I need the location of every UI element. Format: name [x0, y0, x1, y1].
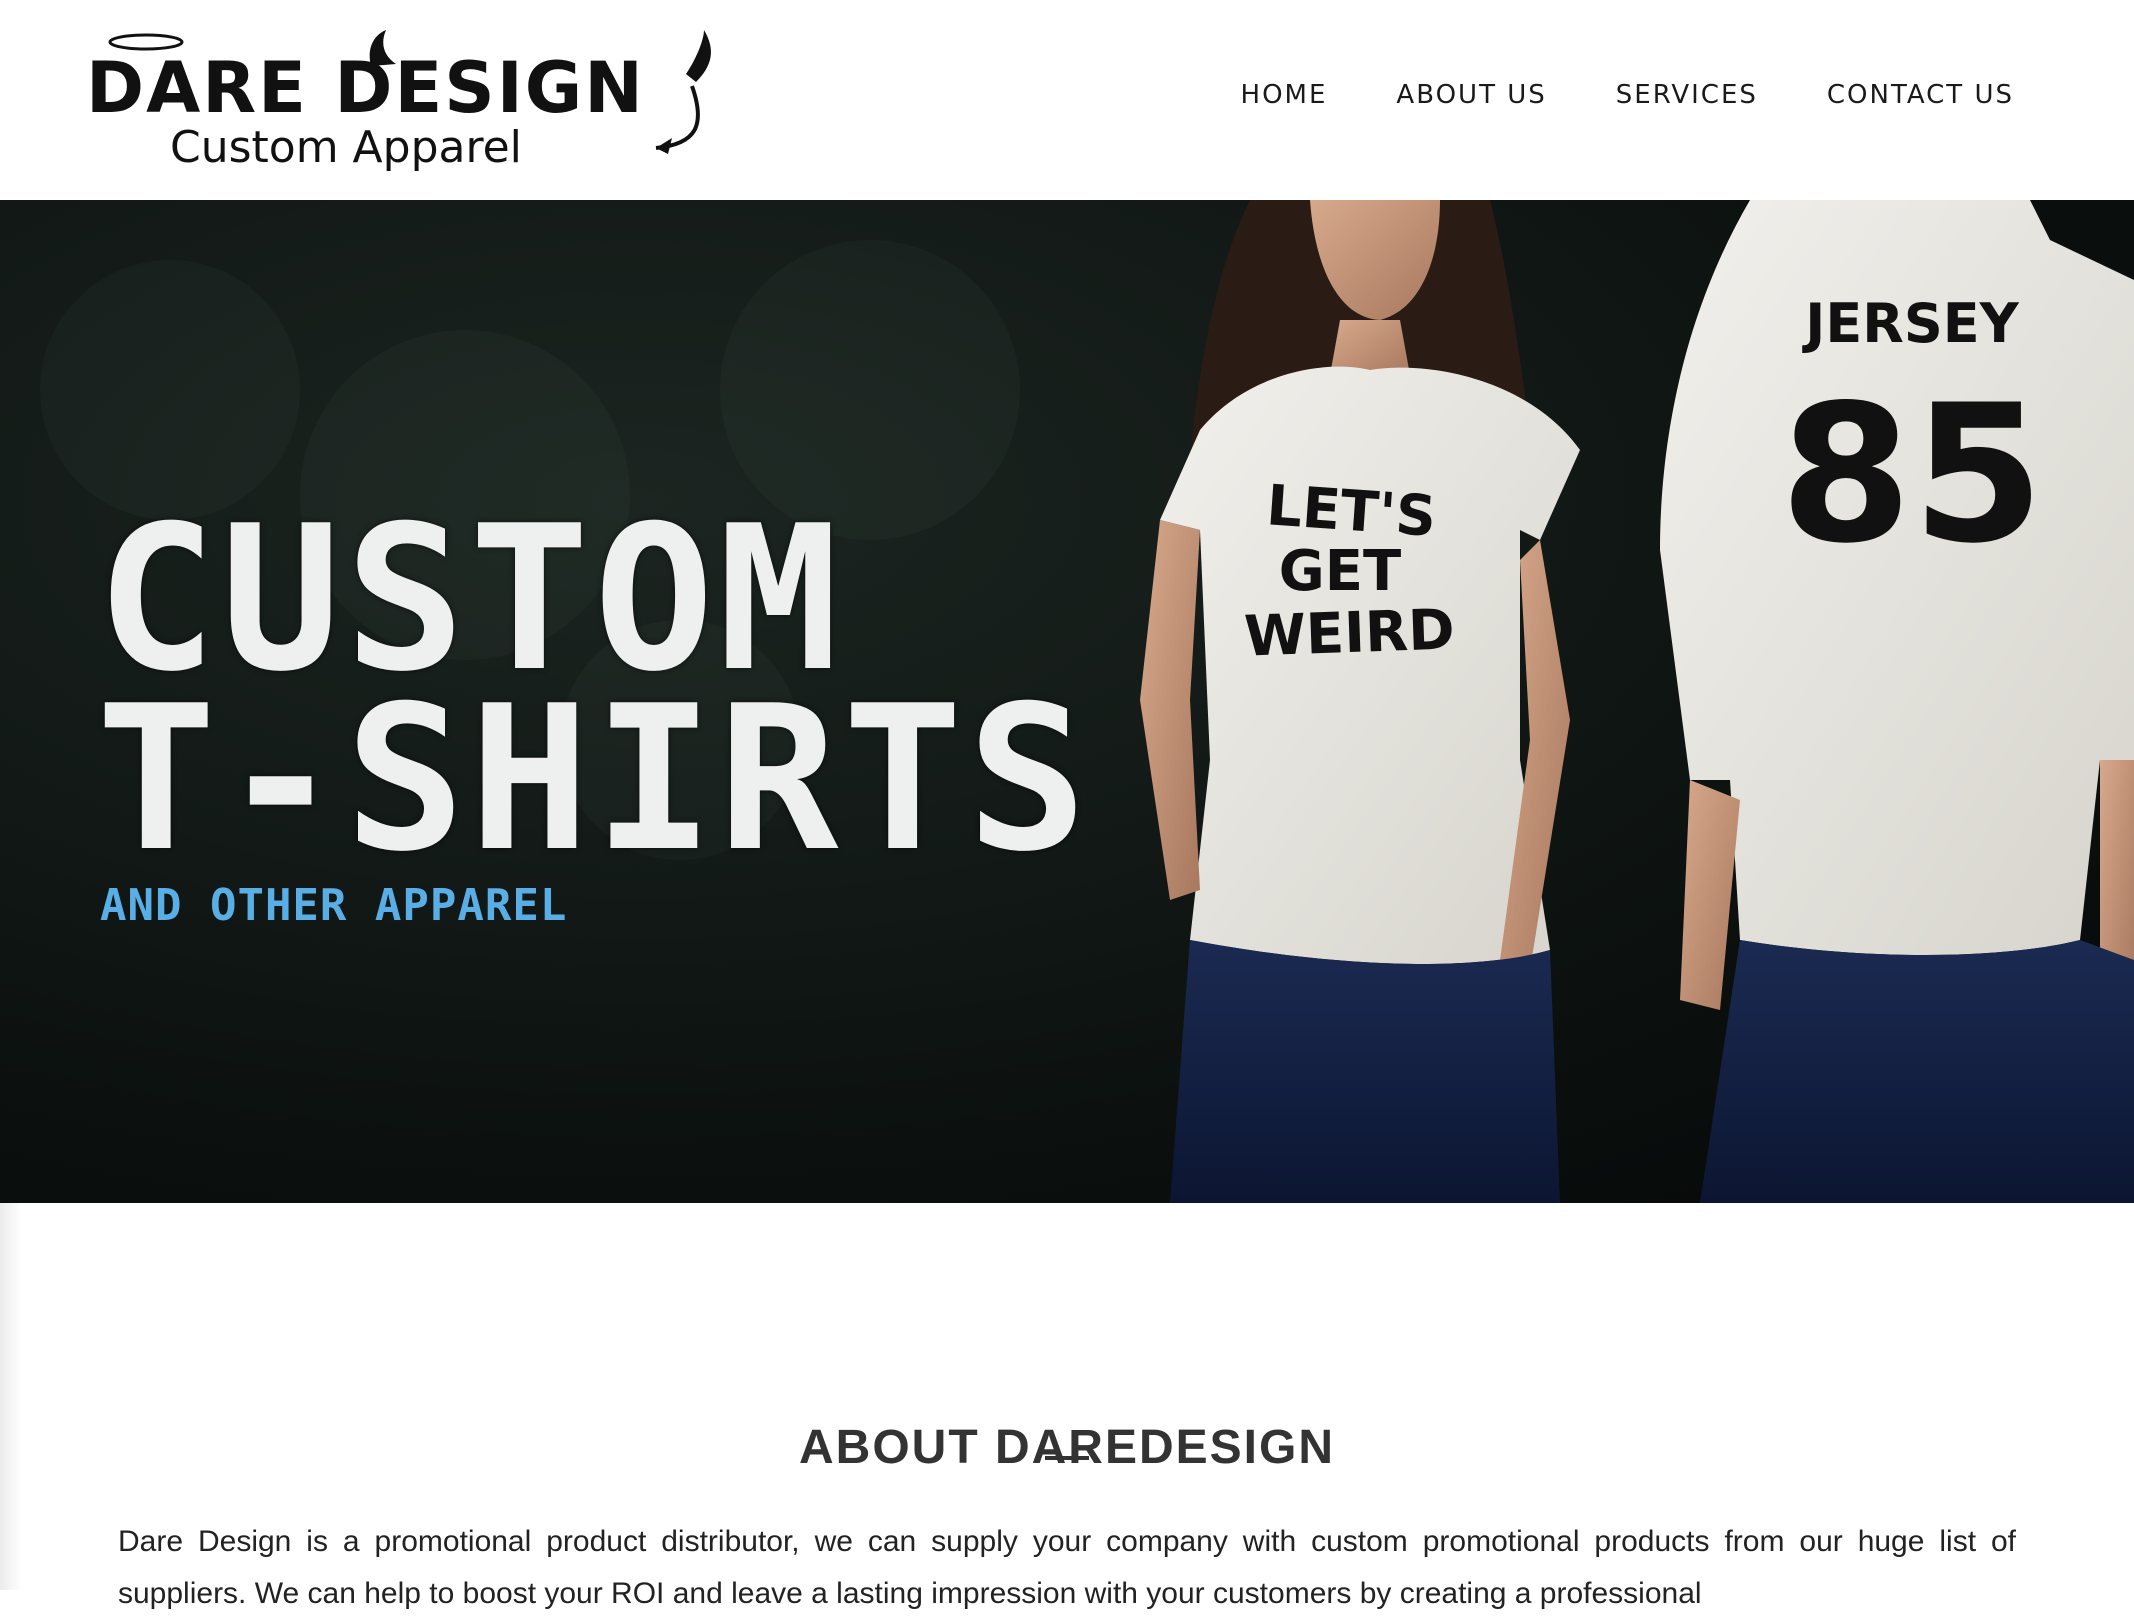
about-divider	[1045, 1456, 1089, 1460]
shirt-front-line2: GET	[1279, 539, 1401, 604]
shirt-back-number: 85	[1780, 364, 2044, 585]
main-nav: HOME ABOUT US SERVICES CONTACT US	[1172, 80, 2014, 110]
about-title: ABOUT DAREDESIGN	[798, 1420, 1336, 1474]
hero-banner: CUSTOM T-SHIRTS AND OTHER APPAREL LET'S …	[0, 200, 2134, 1203]
logo-line2: Custom Apparel	[170, 122, 522, 173]
man-model: JERSEY 85	[1660, 200, 2134, 1203]
devil-tail-icon	[655, 85, 700, 150]
nav-contact-us[interactable]: CONTACT US	[1827, 80, 2014, 110]
site-logo[interactable]: DARE DESIGN Custom Apparel	[86, 26, 716, 176]
nav-home[interactable]: HOME	[1241, 80, 1328, 110]
site-header: DARE DESIGN Custom Apparel HOME ABOUT US…	[0, 0, 2134, 200]
hero-title-line2: T-SHIRTS	[96, 663, 1092, 896]
right-horn-icon	[686, 30, 711, 82]
bokeh-light	[40, 260, 300, 520]
models-photo: LET'S GET WEIRD JERSEY 85	[1140, 200, 2134, 1203]
woman-model: LET'S GET WEIRD	[1140, 200, 1580, 1203]
shirt-front-line3: WEIRD	[1243, 597, 1456, 669]
hero-subtitle: AND OTHER APPAREL	[100, 880, 568, 931]
about-text: Dare Design is a promotional product dis…	[118, 1525, 2016, 1610]
nav-services[interactable]: SERVICES	[1616, 80, 1758, 110]
logo-line1: DARE DESIGN	[86, 47, 645, 129]
shirt-back-name: JERSEY	[1801, 292, 2019, 355]
nav-about-us[interactable]: ABOUT US	[1396, 80, 1546, 110]
